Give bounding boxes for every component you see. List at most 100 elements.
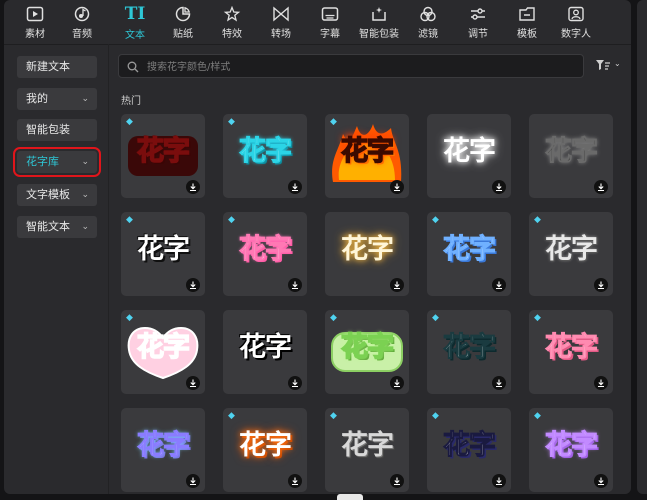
text-style-preview: 花字: [341, 234, 394, 265]
toolbar-label: 智能包装: [359, 29, 399, 40]
text-style-preview: 花字: [443, 136, 496, 167]
download-icon[interactable]: [390, 180, 404, 194]
text-style-card[interactable]: ◆ 花字: [529, 310, 613, 394]
text-style-preview: 花字: [545, 136, 599, 168]
text-style-preview: 花字: [443, 430, 497, 462]
toolbar-label: 文本: [125, 30, 145, 41]
text-style-card[interactable]: ◆ 花字: [223, 408, 307, 492]
download-icon[interactable]: [288, 376, 302, 390]
toolbar-item-filter[interactable]: 滤镜: [403, 3, 453, 41]
download-icon[interactable]: [288, 474, 302, 488]
download-icon[interactable]: [288, 180, 302, 194]
chevron-down-icon: ⌄: [81, 94, 89, 104]
text-style-card[interactable]: ◆ 花字: [325, 408, 409, 492]
toolbar-item-text[interactable]: TI 文本: [110, 3, 160, 41]
text-style-preview: 花字: [137, 430, 191, 462]
download-icon[interactable]: [492, 376, 506, 390]
sidebar-item-label: 花字库: [26, 155, 59, 168]
search-icon: [127, 61, 139, 73]
premium-gem-icon: ◆: [228, 117, 235, 127]
toolbar-item-audio[interactable]: 音频: [57, 3, 107, 41]
sidebar-item-label: 我的: [26, 92, 48, 105]
download-icon[interactable]: [390, 376, 404, 390]
text-style-card[interactable]: ◆ 花字: [427, 310, 511, 394]
download-icon[interactable]: [492, 474, 506, 488]
download-icon[interactable]: [390, 474, 404, 488]
download-icon[interactable]: [594, 474, 608, 488]
download-icon[interactable]: [594, 278, 608, 292]
toolbar-item-subtitle[interactable]: 字幕: [305, 3, 355, 41]
sort-filter-icon: [596, 60, 610, 70]
template-icon: [519, 7, 535, 21]
toolbar-label: 音频: [72, 29, 92, 40]
sidebar-item-label: 新建文本: [26, 60, 70, 73]
right-panel-edge: [637, 0, 647, 494]
toolbar-item-template[interactable]: 模板: [502, 3, 552, 41]
premium-gem-icon: ◆: [228, 215, 235, 225]
download-icon[interactable]: [492, 278, 506, 292]
text-style-card[interactable]: ◆ 花字: [223, 114, 307, 198]
text-style-card[interactable]: ◆ 花字: [121, 310, 205, 394]
toolbar-item-sticker[interactable]: 贴纸: [158, 3, 208, 41]
sidebar-item-text-template[interactable]: 文字模板 ⌄: [17, 184, 97, 206]
download-icon[interactable]: [390, 278, 404, 292]
text-style-card[interactable]: ◆ 花字: [325, 310, 409, 394]
smart-package-icon: [372, 7, 386, 21]
toolbar-item-adjust[interactable]: 调节: [453, 3, 503, 41]
toolbar-label: 转场: [271, 29, 291, 40]
chevron-down-icon: ⌄: [81, 222, 89, 232]
text-style-card[interactable]: ◆ 花字: [121, 114, 205, 198]
premium-gem-icon: ◆: [228, 411, 235, 421]
text-icon: TI: [124, 4, 146, 24]
text-style-preview: 花字: [239, 136, 293, 168]
toolbar-item-transition[interactable]: 转场: [256, 3, 306, 41]
main-panel: 素材 音频 TI 文本 贴纸 特效 转场 字幕 智能包装 滤镜 调节 模板 数字…: [4, 0, 631, 494]
premium-gem-icon: ◆: [126, 215, 133, 225]
download-icon[interactable]: [594, 180, 608, 194]
sidebar-item-flower-text-library[interactable]: 花字库 ⌄: [13, 147, 101, 177]
text-style-card[interactable]: ◆ 花字: [529, 408, 613, 492]
search-input[interactable]: [145, 57, 579, 77]
text-style-card[interactable]: 花字: [121, 408, 205, 492]
text-style-card[interactable]: ◆ 花字: [529, 212, 613, 296]
sidebar-item-smart-text[interactable]: 智能文本 ⌄: [17, 216, 97, 238]
text-style-card[interactable]: ◆ 花字: [121, 212, 205, 296]
premium-gem-icon: ◆: [330, 411, 337, 421]
bottom-bar: [0, 494, 647, 500]
premium-gem-icon: ◆: [126, 313, 133, 323]
download-icon[interactable]: [594, 376, 608, 390]
toolbar-label: 模板: [517, 29, 537, 40]
search-bar[interactable]: [118, 54, 584, 78]
text-style-preview: 花字: [239, 430, 292, 461]
toolbar-label: 数字人: [561, 29, 591, 40]
toolbar-item-smart-package[interactable]: 智能包装: [354, 3, 404, 41]
sort-filter-button[interactable]: ⌄: [595, 57, 625, 75]
download-icon[interactable]: [492, 180, 506, 194]
toolbar-item-effects[interactable]: 特效: [207, 3, 257, 41]
sidebar-item-mine[interactable]: 我的 ⌄: [17, 88, 97, 110]
sidebar-item-new-text[interactable]: 新建文本: [17, 56, 97, 78]
toolbar-item-digital-human[interactable]: 数字人: [551, 3, 601, 41]
text-style-card[interactable]: ◆ 花字: [223, 212, 307, 296]
download-icon[interactable]: [186, 474, 200, 488]
text-style-card[interactable]: 花字: [529, 114, 613, 198]
text-style-card[interactable]: ◆ 花字: [325, 114, 409, 198]
text-style-card[interactable]: ◆ 花字: [427, 212, 511, 296]
toolbar-item-media[interactable]: 素材: [10, 3, 60, 41]
text-style-preview: 花字: [340, 135, 395, 168]
sidebar-item-label: 智能文本: [26, 220, 70, 233]
text-style-preview: 花字: [545, 430, 599, 462]
text-style-card[interactable]: 花字: [223, 310, 307, 394]
download-icon[interactable]: [186, 376, 200, 390]
text-style-card[interactable]: ◆ 花字: [427, 408, 511, 492]
toolbar-label: 调节: [468, 29, 488, 40]
chevron-down-icon: ⌄: [81, 157, 89, 167]
download-icon[interactable]: [288, 278, 302, 292]
audio-icon: [74, 6, 90, 22]
text-style-card[interactable]: 花字: [325, 212, 409, 296]
download-icon[interactable]: [186, 278, 200, 292]
sidebar-item-smart-package[interactable]: 智能包装: [17, 119, 97, 141]
text-style-card[interactable]: 花字: [427, 114, 511, 198]
download-icon[interactable]: [186, 180, 200, 194]
section-title: 热门: [121, 96, 141, 107]
